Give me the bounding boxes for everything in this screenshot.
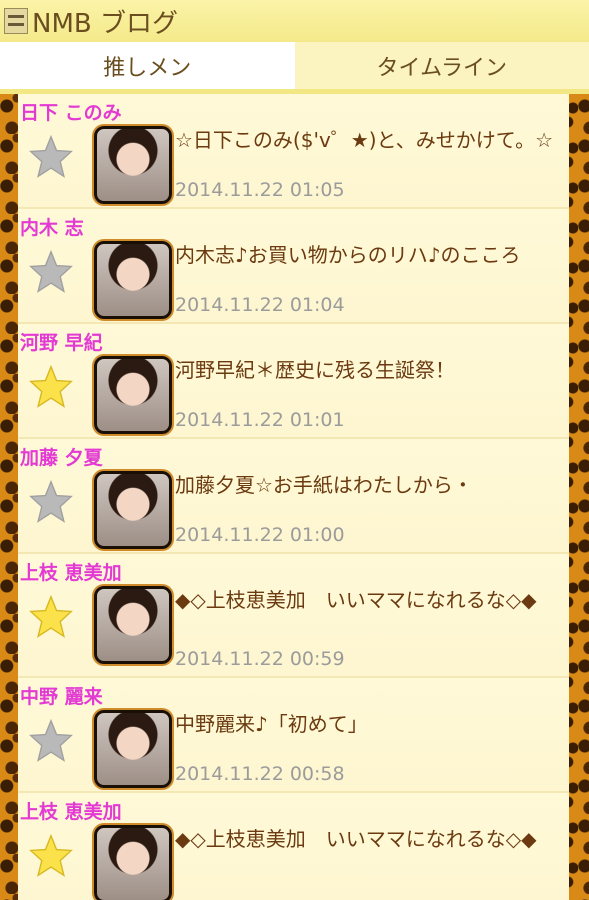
star-icon[interactable] <box>28 594 74 640</box>
member-name: 河野 早紀 <box>20 332 103 354</box>
member-thumbnail <box>94 241 172 319</box>
app-title: NMB ブログ <box>32 8 178 39</box>
star-icon[interactable] <box>28 249 74 295</box>
member-thumbnail <box>94 710 172 788</box>
star-icon[interactable] <box>28 718 74 764</box>
member-name: 上枝 恵美加 <box>20 801 122 823</box>
list-item[interactable]: 上枝 恵美加 ◆◇上枝恵美加 いいママになれるな◇◆ 2014.11.22 00… <box>18 554 569 678</box>
star-icon[interactable] <box>28 364 74 410</box>
tab-bar: 推しメン タイムライン <box>0 42 589 94</box>
list-item[interactable]: 河野 早紀 河野早紀＊歴史に残る生誕祭！ 2014.11.22 01:01 <box>18 324 569 439</box>
app-header: NMB ブログ <box>0 0 589 42</box>
tab-oshimen[interactable]: 推しメン <box>0 42 295 94</box>
list-item[interactable]: 中野 麗来 中野麗来♪「初めて」 2014.11.22 00:58 <box>18 678 569 793</box>
list-item[interactable]: 上枝 恵美加 ◆◇上枝恵美加 いいママになれるな◇◆ <box>18 793 569 900</box>
post-title: 河野早紀＊歴史に残る生誕祭！ <box>175 358 455 382</box>
post-title: 内木志♪お買い物からのリハ♪のこころ <box>175 243 521 267</box>
member-thumbnail <box>94 126 172 204</box>
post-timestamp: 2014.11.22 00:59 <box>175 648 345 670</box>
member-name: 中野 麗来 <box>20 686 103 708</box>
member-thumbnail <box>94 586 172 664</box>
post-title: ◆◇上枝恵美加 いいママになれるな◇◆ <box>175 827 537 851</box>
post-title: 加藤夕夏☆お手紙はわたしから・ <box>175 473 473 497</box>
post-timestamp: 2014.11.22 01:05 <box>175 179 345 201</box>
post-timestamp: 2014.11.22 01:04 <box>175 294 345 316</box>
member-thumbnail <box>94 825 172 900</box>
member-name: 加藤 夕夏 <box>20 447 103 469</box>
post-timestamp: 2014.11.22 01:00 <box>175 524 345 546</box>
star-icon[interactable] <box>28 479 74 525</box>
list-item[interactable]: 日下 このみ ☆日下このみ($'v゜★)と、みせかけて。☆ 2014.11.22… <box>18 94 569 209</box>
blog-list[interactable]: 日下 このみ ☆日下このみ($'v゜★)と、みせかけて。☆ 2014.11.22… <box>18 94 569 900</box>
member-thumbnail <box>94 471 172 549</box>
member-name: 内木 志 <box>20 217 84 239</box>
list-item[interactable]: 内木 志 内木志♪お買い物からのリハ♪のこころ 2014.11.22 01:04 <box>18 209 569 324</box>
tab-timeline[interactable]: タイムライン <box>294 42 589 94</box>
star-icon[interactable] <box>28 134 74 180</box>
member-thumbnail <box>94 356 172 434</box>
list-item[interactable]: 加藤 夕夏 加藤夕夏☆お手紙はわたしから・ 2014.11.22 01:00 <box>18 439 569 554</box>
member-name: 日下 このみ <box>20 102 122 124</box>
post-timestamp: 2014.11.22 00:58 <box>175 763 345 785</box>
post-title: ☆日下このみ($'v゜★)と、みせかけて。☆ <box>175 128 554 152</box>
post-title: ◆◇上枝恵美加 いいママになれるな◇◆ <box>175 588 537 612</box>
star-icon[interactable] <box>28 833 74 879</box>
member-name: 上枝 恵美加 <box>20 562 122 584</box>
app-logo-icon <box>4 8 28 34</box>
post-timestamp: 2014.11.22 01:01 <box>175 409 345 431</box>
post-title: 中野麗来♪「初めて」 <box>175 712 368 736</box>
